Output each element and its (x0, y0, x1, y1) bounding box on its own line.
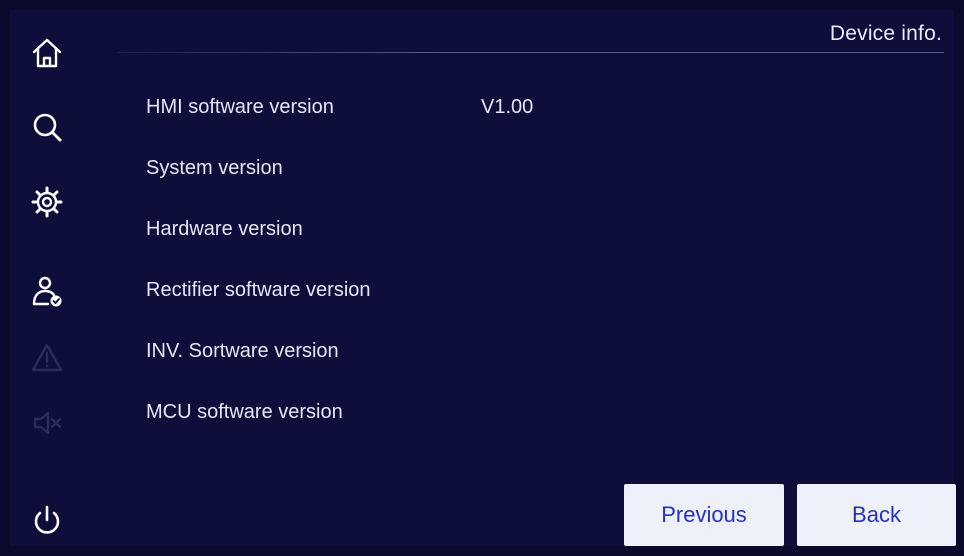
info-row-system: System version (146, 153, 846, 214)
info-row-inverter-software: INV. Sortware version (146, 336, 846, 397)
info-row-hardware: Hardware version (146, 214, 846, 275)
header-divider (118, 52, 944, 53)
power-icon[interactable] (26, 500, 68, 542)
info-label: Hardware version (146, 218, 303, 240)
device-info-screen: Device info. HMI software version V1.00 … (0, 0, 964, 556)
previous-button[interactable]: Previous (624, 484, 784, 546)
home-icon[interactable] (26, 32, 68, 74)
device-info-list: HMI software version V1.00 System versio… (146, 92, 846, 458)
back-button[interactable]: Back (797, 484, 956, 546)
info-value: V1.00 (481, 96, 534, 118)
buzzer-mute-icon (26, 402, 68, 444)
info-label: System version (146, 157, 283, 179)
settings-gear-icon[interactable] (26, 181, 68, 223)
search-icon[interactable] (26, 106, 68, 148)
info-label: MCU software version (146, 401, 343, 423)
info-label: INV. Sortware version (146, 340, 339, 362)
info-label: Rectifier software version (146, 279, 371, 301)
sidebar (0, 0, 100, 556)
info-label: HMI software version (146, 96, 334, 118)
page-title: Device info. (829, 22, 942, 45)
info-row-rectifier-software: Rectifier software version (146, 275, 846, 336)
info-row-mcu-software: MCU software version (146, 397, 846, 458)
alarm-warning-icon (26, 337, 68, 379)
user-check-icon[interactable] (26, 270, 68, 312)
info-row-hmi-software: HMI software version V1.00 (146, 92, 846, 153)
